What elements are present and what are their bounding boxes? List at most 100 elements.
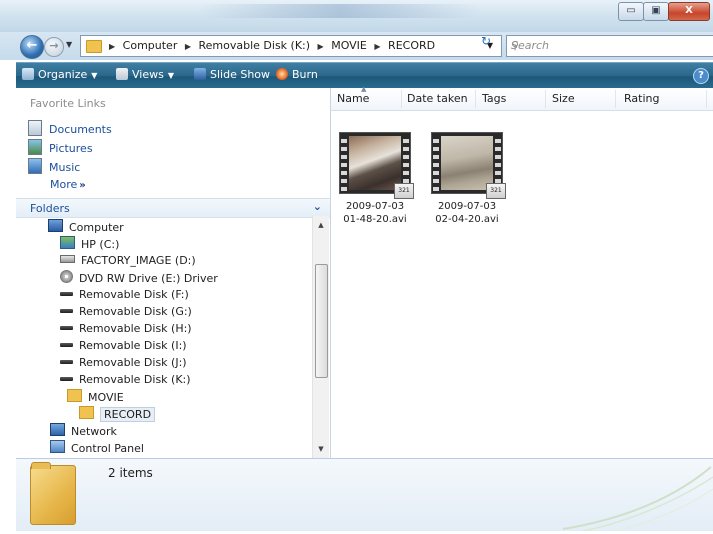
video-frame-image <box>441 136 493 190</box>
breadcrumb-chevron-icon[interactable]: ▶ <box>318 42 324 51</box>
folders-header[interactable]: Folders ⌄ <box>16 198 330 218</box>
tree-item-removable-i[interactable]: Removable Disk (I:) <box>60 338 187 354</box>
tree-item-label: HP (C:) <box>81 238 120 251</box>
scroll-down-icon[interactable]: ▼ <box>313 442 329 456</box>
tree-item-record[interactable]: RECORD <box>79 406 156 422</box>
hard-drive-icon <box>60 255 75 263</box>
search-icon[interactable]: ⚲ <box>511 39 712 52</box>
breadcrumb-chevron-icon[interactable]: ▶ <box>374 42 380 51</box>
tree-item-removable-h[interactable]: Removable Disk (H:) <box>60 321 192 337</box>
column-divider[interactable] <box>545 90 546 108</box>
column-divider[interactable] <box>401 90 402 108</box>
decorative-swoosh <box>562 466 713 531</box>
removable-disk-icon <box>60 360 73 364</box>
column-tags[interactable]: Tags <box>482 92 506 105</box>
recent-pages-dropdown[interactable]: ▼ <box>66 40 72 49</box>
file-list-pane[interactable]: ▲ Name Date taken Tags Size Rating 321 2… <box>331 85 713 458</box>
help-icon[interactable]: ? <box>693 68 709 84</box>
film-strip-edge <box>341 135 347 191</box>
column-name[interactable]: Name <box>337 92 369 105</box>
tree-item-label: Removable Disk (G:) <box>79 305 192 318</box>
breadcrumb-chevron-icon[interactable]: ▶ <box>109 42 115 51</box>
file-name: 2009-07-03 01-48-20.avi <box>335 200 415 226</box>
burn-label: Burn <box>292 68 318 81</box>
folder-icon <box>86 40 102 53</box>
address-bar[interactable]: ▶ Computer ▶ Removable Disk (K:) ▶ MOVIE… <box>80 35 502 57</box>
scroll-up-icon[interactable]: ▲ <box>313 218 329 232</box>
back-button[interactable]: ← <box>20 35 44 59</box>
favorite-pictures[interactable]: Pictures <box>28 139 93 155</box>
file-name-line1: 2009-07-03 <box>437 201 497 212</box>
views-icon <box>116 68 128 80</box>
burn-button[interactable]: Burn <box>276 68 318 81</box>
folder-icon <box>79 406 94 419</box>
item-count: 2 items <box>108 466 153 480</box>
tree-item-hp-c[interactable]: HP (C:) <box>60 236 119 252</box>
network-icon <box>50 423 65 436</box>
file-item[interactable]: 321 2009-07-03 01-48-20.avi <box>335 132 415 226</box>
tree-item-movie[interactable]: MOVIE <box>67 389 124 405</box>
favorite-documents-label: Documents <box>49 123 112 136</box>
slideshow-button[interactable]: Slide Show <box>194 68 270 81</box>
details-pane: 2 items <box>16 458 713 531</box>
column-rating[interactable]: Rating <box>624 92 659 105</box>
chevron-down-icon[interactable]: ⌄ <box>313 200 322 213</box>
tree-item-removable-f[interactable]: Removable Disk (F:) <box>60 287 189 303</box>
tree-item-label: Removable Disk (J:) <box>79 356 187 369</box>
tree-item-removable-g[interactable]: Removable Disk (G:) <box>60 304 192 320</box>
address-row: ← → ▼ ▶ Computer ▶ Removable Disk (K:) ▶… <box>0 32 713 60</box>
folder-icon <box>67 389 82 402</box>
views-button[interactable]: Views ▼ <box>116 68 174 81</box>
folder-tree-scrollbar[interactable]: ▲ ▼ <box>312 216 329 458</box>
favorite-pictures-label: Pictures <box>49 142 93 155</box>
window-controls: ▭ ▣ X <box>618 2 710 21</box>
more-links[interactable]: More» <box>50 178 86 191</box>
column-divider[interactable] <box>615 90 616 108</box>
tree-item-removable-j[interactable]: Removable Disk (J:) <box>60 355 187 371</box>
pictures-icon <box>28 139 42 155</box>
video-thumbnail: 321 <box>339 132 414 199</box>
tree-item-computer[interactable]: Computer <box>48 219 124 235</box>
column-size[interactable]: Size <box>552 92 575 105</box>
tree-item-label: Removable Disk (F:) <box>79 288 189 301</box>
minimize-button[interactable]: ▭ <box>618 2 644 21</box>
breadcrumb-removable-disk-k[interactable]: Removable Disk (K:) <box>199 39 311 52</box>
maximize-button[interactable]: ▣ <box>643 2 669 21</box>
computer-icon <box>48 219 63 232</box>
breadcrumb-computer[interactable]: Computer <box>123 39 178 52</box>
tree-item-factory-image-d[interactable]: FACTORY_IMAGE (D:) <box>60 253 196 269</box>
tree-item-network[interactable]: Network <box>50 423 117 439</box>
tree-item-removable-k[interactable]: Removable Disk (K:) <box>60 372 191 388</box>
organize-label: Organize <box>38 68 88 81</box>
column-date-taken[interactable]: Date taken <box>407 92 468 105</box>
file-name-line2: 02-04-20.avi <box>435 214 499 225</box>
column-divider[interactable] <box>475 90 476 108</box>
control-panel-icon <box>50 440 65 453</box>
breadcrumb-chevron-icon[interactable]: ▶ <box>185 42 191 51</box>
tree-item-label: Removable Disk (K:) <box>79 373 191 386</box>
favorite-documents[interactable]: Documents <box>28 120 112 136</box>
favorite-links-heading: Favorite Links <box>30 97 106 110</box>
more-label: More <box>50 178 78 191</box>
favorite-music[interactable]: Music <box>28 158 80 174</box>
film-strip-edge <box>433 135 439 191</box>
close-button[interactable]: X <box>668 2 710 21</box>
file-item[interactable]: 321 2009-07-03 02-04-20.avi <box>427 132 507 226</box>
title-bar[interactable]: ▭ ▣ X <box>0 0 713 32</box>
tree-item-label: Removable Disk (I:) <box>79 339 187 352</box>
favorite-music-label: Music <box>49 161 81 174</box>
navigation-pane: Favorite Links Documents Pictures Music … <box>16 88 331 458</box>
scrollbar-thumb[interactable] <box>315 264 328 378</box>
organize-button[interactable]: Organize ▼ <box>22 68 97 81</box>
forward-button[interactable]: → <box>44 37 64 57</box>
refresh-icon[interactable]: ↻ <box>476 34 496 50</box>
breadcrumb-record[interactable]: RECORD <box>388 39 435 52</box>
column-divider[interactable] <box>706 90 707 108</box>
search-input[interactable]: Search ⚲ <box>506 35 713 57</box>
double-chevron-icon: » <box>79 180 86 191</box>
tree-item-dvd-rw-e[interactable]: DVD RW Drive (E:) Driver <box>60 270 218 286</box>
removable-disk-icon <box>60 309 73 313</box>
breadcrumb-movie[interactable]: MOVIE <box>331 39 367 52</box>
tree-item-control-panel[interactable]: Control Panel <box>50 440 144 456</box>
explorer-window: ▭ ▣ X ← → ▼ ▶ Computer ▶ Removable Disk … <box>0 0 713 534</box>
